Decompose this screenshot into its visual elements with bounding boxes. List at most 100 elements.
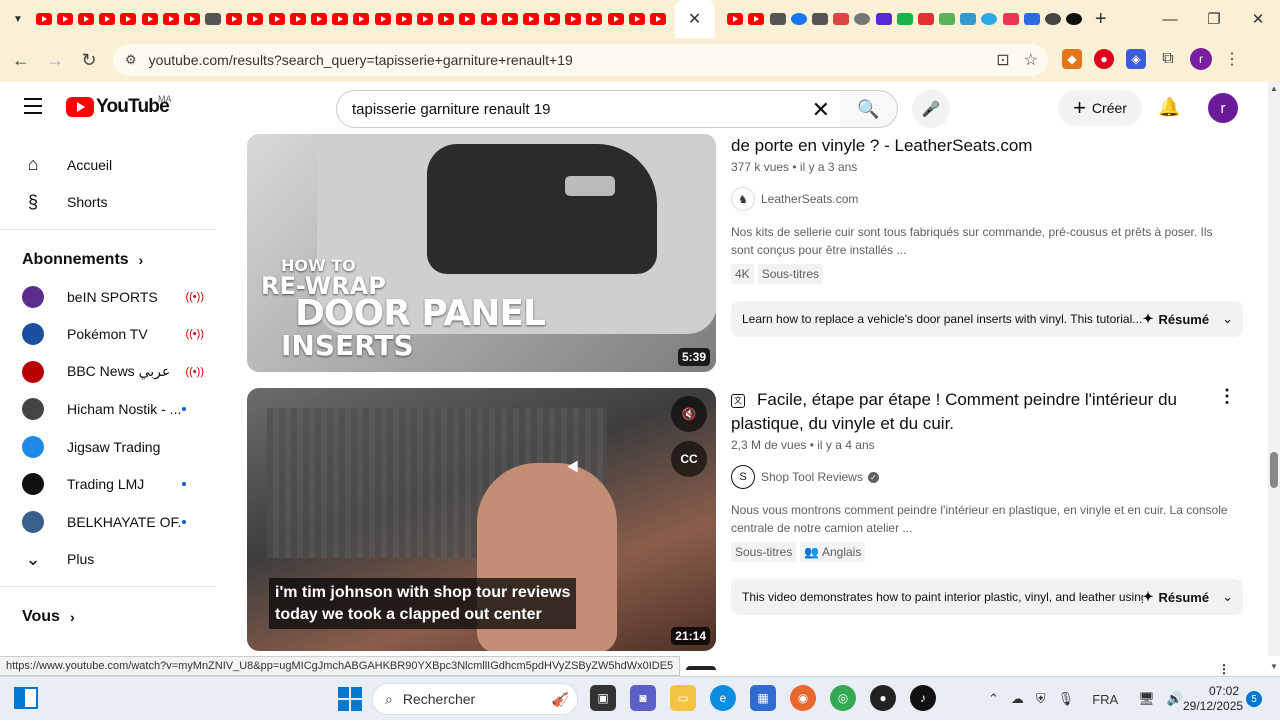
tab-other-icon[interactable]	[875, 13, 892, 25]
video-thumbnail[interactable]: HOW TO RE-WRAP DOOR PANEL INSERTS 5:39	[247, 134, 716, 372]
sidebar-item-home[interactable]: ⌂ Accueil	[0, 146, 230, 184]
sidebar-subscription-item[interactable]: Jigsaw Trading	[0, 428, 230, 466]
search-query-text[interactable]: tapisserie garniture renault 19	[352, 101, 550, 118]
channel-avatar[interactable]: ♞	[731, 187, 755, 211]
you-heading[interactable]: Vous ›	[0, 599, 230, 635]
tab-other-icon[interactable]	[896, 13, 913, 25]
tab-youtube[interactable]	[565, 13, 582, 25]
tab-youtube[interactable]	[628, 13, 645, 25]
video-title[interactable]: Facile, étape par étape ! Comment peindr…	[731, 390, 1177, 433]
network-icon[interactable]: 🖥	[1138, 691, 1155, 707]
tab-other-icon[interactable]	[917, 13, 934, 25]
channel-avatar[interactable]: S	[731, 465, 755, 489]
tab-youtube[interactable]	[247, 13, 264, 25]
install-app-icon[interactable]: ⊡	[996, 50, 1009, 70]
minimize-button[interactable]: —	[1148, 11, 1192, 28]
browser-profile-avatar[interactable]: r	[1190, 48, 1212, 70]
tab-youtube[interactable]	[353, 13, 370, 25]
microphone-icon[interactable]: 🎙	[1058, 691, 1075, 707]
channel-link[interactable]: ♞ LeatherSeats.com	[731, 187, 858, 211]
tab-youtube[interactable]	[544, 13, 561, 25]
tab-close-icon[interactable]: ✕	[688, 9, 701, 29]
tab-youtube[interactable]	[438, 13, 455, 25]
user-avatar[interactable]: r	[1208, 93, 1238, 123]
create-button[interactable]: + Créer	[1058, 90, 1142, 126]
tab-youtube[interactable]	[183, 13, 200, 25]
taskbar-search[interactable]: ⌕ Rechercher 🎻	[372, 683, 578, 715]
clear-search-icon[interactable]: ✕	[812, 97, 830, 123]
more-options-icon[interactable]: ⋮	[1218, 662, 1230, 676]
taskbar-clock[interactable]: 07:02 29/12/2025	[1183, 684, 1243, 714]
sidebar-subscription-item[interactable]: BELKHAYATE OF...	[0, 503, 230, 541]
tray-overflow-chevron-icon[interactable]: ⌃	[988, 691, 999, 707]
security-icon[interactable]: ⛨	[1036, 691, 1046, 707]
notifications-bell-icon[interactable]: 🔔	[1158, 97, 1180, 118]
search-button[interactable]: 🔍	[840, 90, 898, 128]
sidebar-subscription-item[interactable]: beIN SPORTS ((•))	[0, 278, 230, 316]
mute-icon[interactable]: 🔇	[671, 396, 707, 432]
cloud-icon[interactable]: ☁	[1011, 691, 1024, 707]
tab-settings-icon[interactable]	[854, 13, 871, 25]
youtube-logo[interactable]: YouTube	[66, 96, 170, 118]
subscriptions-heading[interactable]: Abonnements ›	[0, 242, 230, 278]
tab-youtube[interactable]	[748, 13, 765, 25]
scroll-up-arrow-icon[interactable]: ▲	[1270, 84, 1278, 93]
firefox-icon[interactable]: ◉	[790, 685, 816, 711]
address-url[interactable]: youtube.com/results?search_query=tapisse…	[149, 52, 573, 68]
tab-youtube[interactable]	[332, 13, 349, 25]
tab-investing-icon[interactable]	[769, 13, 786, 25]
channel-link[interactable]: S Shop Tool Reviews ✓	[731, 465, 879, 489]
site-info-icon[interactable]: ⚙	[125, 52, 137, 68]
scrollbar-thumb[interactable]	[1270, 452, 1278, 488]
summary-button[interactable]: ✦ Résumé ⌄	[1143, 311, 1233, 327]
tab-youtube[interactable]	[395, 13, 412, 25]
notification-count-badge[interactable]: 5	[1246, 691, 1262, 707]
tab-youtube[interactable]	[650, 13, 667, 25]
tab-youtube[interactable]	[459, 13, 476, 25]
tab-other-icon[interactable]	[1002, 13, 1019, 25]
tab-facebook-icon[interactable]	[790, 13, 807, 25]
tab-tradingview-icon[interactable]	[811, 13, 828, 25]
edge-icon[interactable]: e	[710, 685, 736, 711]
voice-search-button[interactable]: 🎤	[912, 90, 950, 128]
tab-other-icon[interactable]	[1045, 13, 1062, 25]
tab-other-icon[interactable]	[1066, 13, 1083, 25]
tab-youtube[interactable]	[374, 13, 391, 25]
browser-menu-icon[interactable]: ⋮	[1224, 49, 1240, 69]
metamask-extension-icon[interactable]: ◆	[1062, 49, 1082, 69]
tab-youtube[interactable]	[311, 13, 328, 25]
chrome-icon[interactable]: ◎	[830, 685, 856, 711]
widgets-icon[interactable]	[14, 687, 38, 709]
shield-extension-icon[interactable]: ◈	[1126, 49, 1146, 69]
tab-youtube[interactable]	[586, 13, 603, 25]
tab-youtube[interactable]	[416, 13, 433, 25]
sidebar-item-shorts[interactable]: § Shorts	[0, 184, 230, 222]
tab-youtube[interactable]	[226, 13, 243, 25]
bookmark-star-icon[interactable]: ☆	[1024, 50, 1038, 70]
ai-summary-bar[interactable]: This video demonstrates how to paint int…	[731, 579, 1243, 615]
channel-name[interactable]: LeatherSeats.com	[761, 192, 858, 206]
video-thumbnail[interactable]: 🔇 CC i'm tim johnson with shop tour revi…	[247, 388, 716, 651]
volume-icon[interactable]: 🔊	[1167, 691, 1183, 707]
tab-youtube[interactable]	[607, 13, 624, 25]
language-indicator[interactable]: FRA	[1092, 692, 1118, 707]
chat-icon[interactable]: ◙	[630, 685, 656, 711]
tab-youtube[interactable]	[162, 13, 179, 25]
tab-other-icon[interactable]	[1023, 13, 1040, 25]
forward-arrow-icon[interactable]: →	[38, 50, 72, 71]
address-bar[interactable]: ⚙ youtube.com/results?search_query=tapis…	[113, 44, 1048, 76]
windows-start-icon[interactable]	[338, 687, 362, 711]
tab-youtube[interactable]	[56, 13, 73, 25]
tiktok-icon[interactable]: ♪	[910, 685, 936, 711]
search-input[interactable]: tapisserie garniture renault 19 ✕	[336, 90, 841, 128]
tab-youtube[interactable]	[99, 13, 116, 25]
maximize-button[interactable]: ❐	[1192, 10, 1236, 28]
tab-youtube[interactable]	[727, 13, 744, 25]
scroll-down-arrow-icon[interactable]: ▼	[1270, 662, 1278, 671]
chrome-profile-icon[interactable]: ●	[870, 685, 896, 711]
page-scrollbar[interactable]: ▲ ▼	[1268, 82, 1280, 671]
tab-other[interactable]	[205, 13, 222, 25]
summary-button[interactable]: ✦ Résumé ⌄	[1143, 589, 1233, 605]
video-title[interactable]: de porte en vinyle ? - LeatherSeats.com	[731, 134, 1201, 158]
guide-menu-icon[interactable]	[24, 98, 42, 119]
